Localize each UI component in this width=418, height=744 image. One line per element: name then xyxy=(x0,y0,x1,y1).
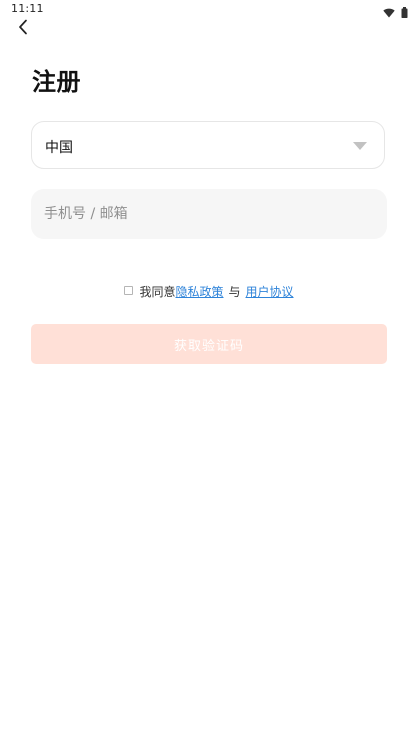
page-title: 注册 xyxy=(32,68,81,96)
user-agreement-link[interactable]: 用户协议 xyxy=(246,283,294,300)
phone-email-input[interactable] xyxy=(31,189,387,239)
country-value: 中国 xyxy=(45,140,73,156)
triangle-down-icon xyxy=(353,142,367,150)
back-button[interactable] xyxy=(12,18,34,40)
status-icons xyxy=(383,3,408,22)
wifi-icon xyxy=(383,3,395,22)
chevron-left-icon xyxy=(17,19,29,39)
get-code-button[interactable]: 获取验证码 xyxy=(31,324,387,364)
country-select[interactable]: 中国 xyxy=(31,121,385,169)
privacy-policy-link[interactable]: 隐私政策 xyxy=(175,283,223,300)
agree-checkbox[interactable] xyxy=(124,285,134,295)
agreement-row: 我同意 隐私政策 与 用户协议 xyxy=(0,283,418,300)
status-bar: 11:11 xyxy=(0,0,418,18)
agreement-connector: 与 xyxy=(228,285,241,299)
battery-icon xyxy=(401,3,408,22)
status-time: 11:11 xyxy=(11,2,44,15)
agreement-prefix: 我同意 xyxy=(139,285,176,299)
